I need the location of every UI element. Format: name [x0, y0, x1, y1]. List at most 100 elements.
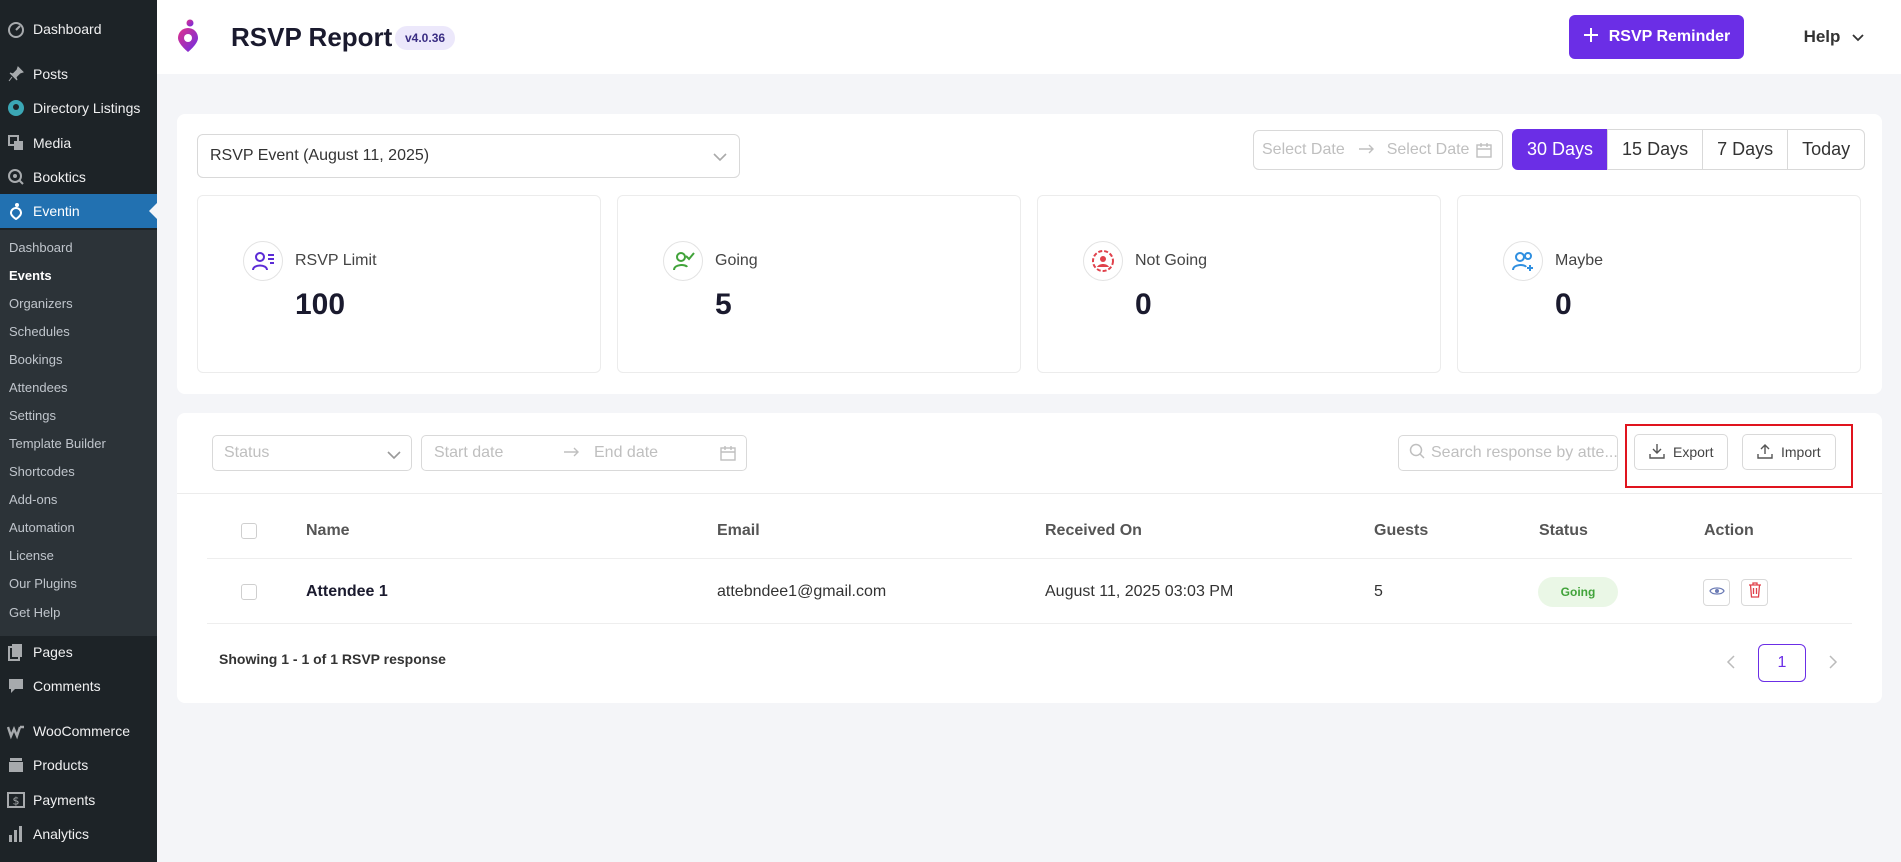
status-filter[interactable]: Status: [212, 435, 412, 471]
end-date-placeholder: Select Date: [1386, 141, 1470, 158]
period-today[interactable]: Today: [1787, 129, 1866, 170]
menu-label: Dashboard: [33, 21, 102, 37]
rsvp-reminder-button[interactable]: RSVP Reminder: [1569, 15, 1744, 59]
response-date-range[interactable]: Start date End date: [421, 435, 747, 471]
submenu-add-ons[interactable]: Add-ons: [9, 492, 57, 507]
search-placeholder: Search response by atte...: [1431, 444, 1618, 461]
stat-value: 0: [1135, 288, 1152, 321]
column-header-action: Action: [1704, 522, 1754, 539]
submenu-schedules[interactable]: Schedules: [9, 324, 70, 339]
search-input[interactable]: Search response by atte...: [1398, 435, 1618, 471]
submenu-dashboard[interactable]: Dashboard: [9, 240, 73, 255]
stat-value: 5: [715, 288, 732, 321]
booktics-icon: [6, 167, 26, 187]
delete-button[interactable]: [1741, 579, 1768, 606]
submenu-template-builder[interactable]: Template Builder: [9, 436, 106, 451]
chevron-down-icon: [387, 447, 401, 465]
menu-dashboard[interactable]: Dashboard: [0, 12, 157, 46]
event-select-value: RSVP Event (August 11, 2025): [210, 147, 430, 164]
stat-going: Going 5: [617, 195, 1021, 373]
column-header-name[interactable]: Name: [306, 522, 350, 540]
event-select[interactable]: RSVP Event (August 11, 2025): [197, 134, 740, 178]
download-icon: [1649, 443, 1665, 462]
menu-label: Products: [33, 757, 89, 773]
submenu-license[interactable]: License: [9, 548, 54, 563]
responses-card: Status Start date End date Search respon…: [177, 413, 1882, 703]
menu-booktics[interactable]: Booktics: [0, 160, 157, 194]
woocommerce-icon: [6, 721, 26, 741]
prev-page-button[interactable]: [1726, 655, 1736, 674]
help-dropdown[interactable]: Help: [1779, 15, 1889, 59]
attendee-email: attebndee1@gmail.com: [717, 583, 887, 600]
submenu-shortcodes[interactable]: Shortcodes: [9, 464, 75, 479]
submenu-get-help[interactable]: Get Help: [9, 605, 60, 620]
plus-icon: [1583, 27, 1599, 48]
period-7-days[interactable]: 7 Days: [1702, 129, 1789, 170]
pin-icon: [6, 64, 26, 84]
pages-icon: [6, 642, 26, 662]
dashboard-icon: [6, 19, 26, 39]
submenu-our-plugins[interactable]: Our Plugins: [9, 576, 77, 591]
period-30-days[interactable]: 30 Days: [1512, 129, 1609, 170]
column-header-guests[interactable]: Guests: [1374, 522, 1428, 540]
next-page-button[interactable]: [1828, 655, 1838, 674]
menu-label: Booktics: [33, 169, 86, 185]
svg-text:$: $: [13, 795, 20, 808]
menu-pages[interactable]: Pages: [0, 635, 157, 669]
stat-rsvp-limit: RSVP Limit 100: [197, 195, 601, 373]
menu-woocommerce[interactable]: WooCommerce: [0, 714, 157, 748]
stat-maybe: Maybe 0: [1457, 195, 1861, 373]
period-selector: 30 Days 15 Days 7 Days Today: [1512, 129, 1866, 170]
stat-label: RSVP Limit: [295, 252, 377, 269]
menu-products[interactable]: Products: [0, 748, 157, 782]
trash-icon: [1748, 582, 1762, 603]
products-icon: [6, 755, 26, 775]
menu-label: Eventin: [33, 203, 80, 219]
page-number-button[interactable]: 1: [1758, 644, 1806, 682]
media-icon: [6, 133, 26, 153]
menu-eventin[interactable]: Eventin: [0, 194, 157, 228]
menu-analytics[interactable]: Analytics: [0, 817, 157, 851]
submenu-attendees[interactable]: Attendees: [9, 380, 68, 395]
divider: [177, 493, 1882, 494]
submenu-organizers[interactable]: Organizers: [9, 296, 73, 311]
column-header-received-on[interactable]: Received On: [1045, 522, 1142, 540]
menu-directory-listings[interactable]: Directory Listings: [0, 91, 157, 125]
menu-label: Payments: [33, 792, 96, 808]
menu-posts[interactable]: Posts: [0, 57, 157, 91]
view-button[interactable]: [1703, 579, 1730, 606]
import-label: Import: [1781, 444, 1821, 460]
column-header-status[interactable]: Status: [1539, 522, 1588, 540]
not-going-icon: [1083, 241, 1123, 281]
date-range-picker[interactable]: Select Date Select Date: [1253, 130, 1503, 170]
payments-icon: $: [6, 790, 26, 810]
menu-label: Directory Listings: [33, 100, 141, 116]
status-filter-placeholder: Status: [224, 444, 270, 461]
upload-icon: [1757, 443, 1773, 462]
select-all-checkbox[interactable]: [241, 523, 257, 539]
row-checkbox[interactable]: [241, 584, 257, 600]
stat-label: Maybe: [1555, 252, 1604, 269]
menu-payments[interactable]: $ Payments: [0, 783, 157, 817]
submenu-bookings[interactable]: Bookings: [9, 352, 62, 367]
received-on: August 11, 2025 03:03 PM: [1045, 583, 1234, 600]
menu-comments[interactable]: Comments: [0, 669, 157, 703]
export-label: Export: [1673, 444, 1714, 460]
export-button[interactable]: Export: [1634, 434, 1729, 470]
help-label: Help: [1803, 27, 1841, 46]
calendar-icon: [1476, 142, 1492, 163]
menu-label: Posts: [33, 66, 69, 82]
submenu-events[interactable]: Events: [9, 268, 52, 283]
arrow-right-icon: [564, 444, 594, 462]
menu-label: WooCommerce: [33, 723, 130, 739]
page-title: RSVP Report: [231, 22, 393, 52]
guests-count: 5: [1374, 583, 1383, 600]
import-button[interactable]: Import: [1742, 434, 1836, 470]
stat-not-going: Not Going 0: [1037, 195, 1441, 373]
submenu-automation[interactable]: Automation: [9, 520, 75, 535]
menu-media[interactable]: Media: [0, 126, 157, 160]
row-divider: [207, 623, 1852, 624]
period-15-days[interactable]: 15 Days: [1607, 129, 1704, 170]
column-header-email[interactable]: Email: [717, 522, 760, 540]
submenu-settings[interactable]: Settings: [9, 408, 56, 423]
